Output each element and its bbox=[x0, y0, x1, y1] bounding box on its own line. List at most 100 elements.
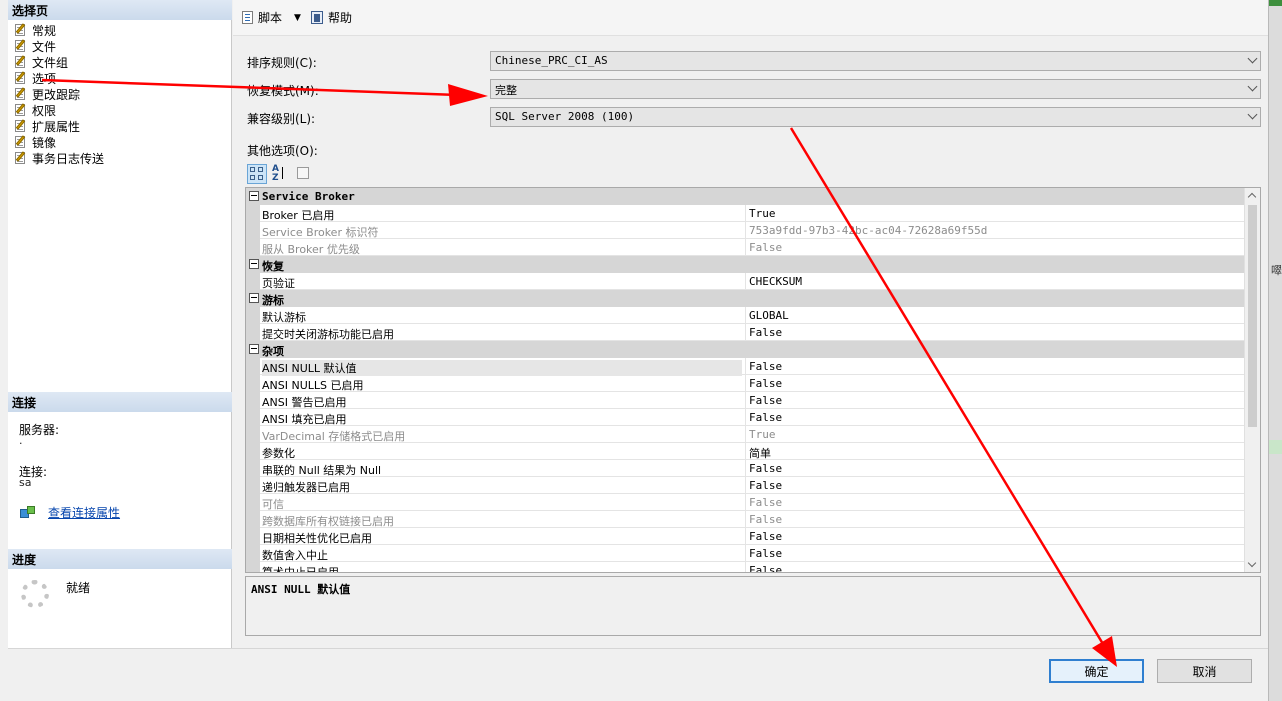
property-name: 算术中止已启用 bbox=[262, 566, 339, 573]
property-row[interactable]: 跨数据库所有权链接已启用 False bbox=[246, 511, 1245, 528]
property-pages-button[interactable] bbox=[293, 164, 313, 184]
description-title: ANSI NULL 默认值 bbox=[251, 583, 351, 596]
category-row[interactable]: 游标 bbox=[246, 290, 1245, 307]
property-row[interactable]: 参数化 简单 bbox=[246, 443, 1245, 460]
property-value: False bbox=[745, 511, 1245, 528]
property-value[interactable]: 简单 bbox=[745, 443, 1245, 460]
collapse-icon[interactable] bbox=[249, 344, 259, 354]
grid-vertical-scrollbar[interactable] bbox=[1244, 188, 1260, 572]
property-name: 默认游标 bbox=[262, 311, 306, 324]
property-value[interactable]: False bbox=[745, 409, 1245, 426]
property-row[interactable]: ANSI NULLS 已启用 False bbox=[246, 375, 1245, 392]
progress-spinner-icon bbox=[21, 580, 49, 608]
property-name: ANSI 警告已启用 bbox=[262, 396, 347, 409]
page-list: 常规 文件 文件组 选项 更改跟踪 权限 扩展属性 镜像 事务日志传送 bbox=[12, 22, 104, 166]
property-row[interactable]: VarDecimal 存储格式已启用 True bbox=[246, 426, 1245, 443]
alphabetical-view-button[interactable]: AZ bbox=[270, 164, 290, 184]
property-row[interactable]: 算术中止已启用 False bbox=[246, 562, 1245, 573]
property-row[interactable]: 递归触发器已启用 False bbox=[246, 477, 1245, 494]
property-value[interactable]: False bbox=[745, 545, 1245, 562]
property-row[interactable]: Broker 已启用 True bbox=[246, 205, 1245, 222]
background-window-highlight bbox=[1269, 440, 1282, 454]
property-value[interactable]: False bbox=[745, 392, 1245, 409]
page-item-label: 事务日志传送 bbox=[32, 151, 105, 166]
property-row[interactable]: 串联的 Null 结果为 Null False bbox=[246, 460, 1245, 477]
property-value[interactable]: GLOBAL bbox=[745, 307, 1245, 324]
property-row[interactable]: 提交时关闭游标功能已启用 False bbox=[246, 324, 1245, 341]
property-row[interactable]: ANSI 警告已启用 False bbox=[246, 392, 1245, 409]
recovery-model-label: 恢复模式(M): bbox=[247, 84, 319, 98]
cancel-button[interactable]: 取消 bbox=[1157, 659, 1252, 683]
scroll-down-icon[interactable] bbox=[1247, 558, 1257, 568]
property-row[interactable]: 数值舍入中止 False bbox=[246, 545, 1245, 562]
property-name: 页验证 bbox=[262, 277, 295, 290]
property-value[interactable]: False bbox=[745, 528, 1245, 545]
property-row[interactable]: ANSI 填充已启用 False bbox=[246, 409, 1245, 426]
property-value[interactable]: CHECKSUM bbox=[745, 273, 1245, 290]
property-row[interactable]: 服从 Broker 优先级 False bbox=[246, 239, 1245, 256]
page-properties-icon bbox=[12, 135, 28, 149]
category-row[interactable]: 杂项 bbox=[246, 341, 1245, 358]
property-row[interactable]: 默认游标 GLOBAL bbox=[246, 307, 1245, 324]
category-row[interactable]: 恢复 bbox=[246, 256, 1245, 273]
property-value: False bbox=[745, 239, 1245, 256]
compat-level-combo[interactable]: SQL Server 2008 (100) bbox=[490, 107, 1261, 127]
property-value[interactable]: False bbox=[745, 324, 1245, 341]
property-row[interactable]: 可信 False bbox=[246, 494, 1245, 511]
page-item-mirroring[interactable]: 镜像 bbox=[12, 134, 104, 150]
property-row[interactable]: Service Broker 标识符 753a9fdd-97b3-42bc-ac0… bbox=[246, 222, 1245, 239]
property-value[interactable]: False bbox=[745, 477, 1245, 494]
property-name: 日期相关性优化已启用 bbox=[262, 532, 372, 545]
property-name: VarDecimal 存储格式已启用 bbox=[262, 430, 406, 443]
compat-level-value: SQL Server 2008 (100) bbox=[495, 110, 635, 123]
progress-status: 就绪 bbox=[66, 581, 91, 595]
categorized-view-button[interactable] bbox=[247, 164, 267, 184]
property-name: 串联的 Null 结果为 Null bbox=[262, 464, 382, 477]
property-value[interactable]: True bbox=[745, 205, 1245, 222]
property-description-panel: ANSI NULL 默认值 bbox=[245, 576, 1261, 636]
property-value[interactable]: False bbox=[745, 375, 1245, 392]
property-row[interactable]: 日期相关性优化已启用 False bbox=[246, 528, 1245, 545]
property-value[interactable]: False bbox=[745, 460, 1245, 477]
scroll-thumb[interactable] bbox=[1248, 205, 1257, 427]
collation-value: Chinese_PRC_CI_AS bbox=[495, 54, 608, 67]
server-label: 服务器: bbox=[19, 423, 60, 437]
property-value[interactable]: False bbox=[745, 358, 1245, 375]
property-name: Broker 已启用 bbox=[262, 209, 335, 222]
collapse-icon[interactable] bbox=[249, 259, 259, 269]
page-properties-icon bbox=[12, 71, 28, 85]
ok-button[interactable]: 确定 bbox=[1049, 659, 1144, 683]
help-button[interactable]: 帮助 bbox=[309, 9, 352, 26]
property-value[interactable]: False bbox=[745, 562, 1245, 572]
view-connection-properties-label: 查看连接属性 bbox=[48, 506, 121, 520]
page-item-options[interactable]: 选项 bbox=[12, 70, 104, 86]
property-name: 递归触发器已启用 bbox=[262, 481, 350, 494]
script-button[interactable]: 脚本 ▼ bbox=[239, 9, 301, 26]
property-row[interactable]: 页验证 CHECKSUM bbox=[246, 273, 1245, 290]
page-item-extended-properties[interactable]: 扩展属性 bbox=[12, 118, 104, 134]
page-properties-icon bbox=[12, 103, 28, 117]
recovery-model-combo[interactable]: 完整 bbox=[490, 79, 1261, 99]
property-name: Service Broker 标识符 bbox=[262, 226, 379, 239]
left-pane: 选择页 常规 文件 文件组 选项 更改跟踪 权限 扩展属性 镜像 事务日志传送 … bbox=[8, 0, 232, 648]
page-item-filegroups[interactable]: 文件组 bbox=[12, 54, 104, 70]
category-row[interactable]: Service Broker bbox=[246, 188, 1245, 205]
scroll-up-icon[interactable] bbox=[1247, 192, 1257, 202]
page-item-log-shipping[interactable]: 事务日志传送 bbox=[12, 150, 104, 166]
collation-combo[interactable]: Chinese_PRC_CI_AS bbox=[490, 51, 1261, 71]
property-pages-icon bbox=[297, 167, 309, 179]
chevron-down-icon bbox=[1247, 109, 1258, 120]
property-row[interactable]: ANSI NULL 默认值 False bbox=[246, 358, 1245, 376]
property-value: False bbox=[745, 494, 1245, 511]
page-item-general[interactable]: 常规 bbox=[12, 22, 104, 38]
page-item-files[interactable]: 文件 bbox=[12, 38, 104, 54]
view-connection-properties-link[interactable]: 查看连接属性 bbox=[20, 504, 120, 521]
page-properties-icon bbox=[12, 87, 28, 101]
chevron-down-icon[interactable]: ▼ bbox=[294, 13, 301, 23]
page-item-permissions[interactable]: 权限 bbox=[12, 102, 104, 118]
collapse-icon[interactable] bbox=[249, 191, 259, 201]
property-name: ANSI 填充已启用 bbox=[262, 413, 347, 426]
collapse-icon[interactable] bbox=[249, 293, 259, 303]
page-item-change-tracking[interactable]: 更改跟踪 bbox=[12, 86, 104, 102]
connection-properties-icon bbox=[20, 505, 36, 520]
